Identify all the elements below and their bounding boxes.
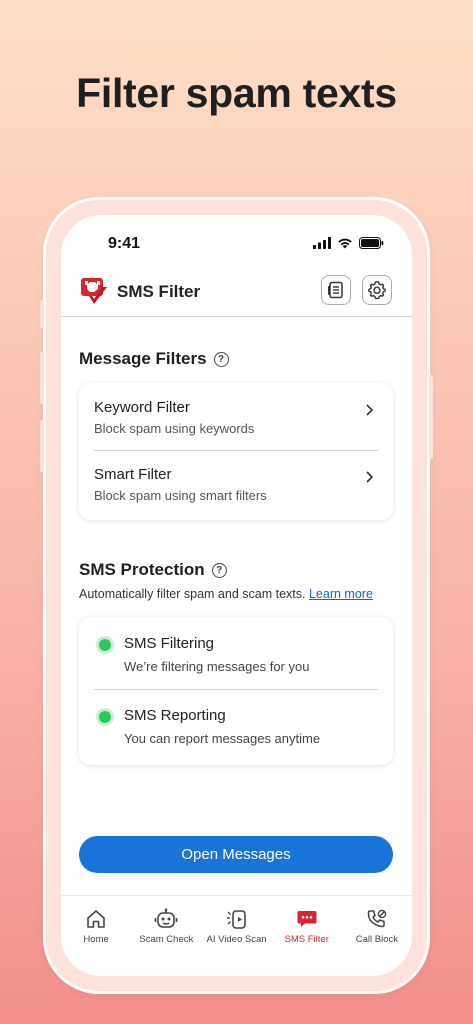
keyword-filter-row[interactable]: Keyword Filter Block spam using keywords	[79, 383, 393, 450]
sms-protection-description: Automatically filter spam and scam texts…	[79, 587, 373, 601]
learn-more-link[interactable]: Learn more	[309, 587, 373, 601]
keyword-filter-title: Keyword Filter	[94, 399, 190, 416]
chevron-right-icon	[366, 404, 374, 416]
sms-icon	[297, 911, 317, 927]
tab-ai-video-scan[interactable]: AI Video Scan	[201, 896, 271, 976]
sms-reporting-title: SMS Reporting	[124, 707, 226, 724]
tab-label: AI Video Scan	[206, 934, 267, 945]
sms-filtering-title: SMS Filtering	[124, 635, 215, 652]
phone-side-button	[40, 352, 44, 404]
help-icon[interactable]: ?	[213, 351, 229, 367]
reports-button[interactable]	[321, 275, 351, 305]
sms-filtering-row: SMS Filtering We’re filtering messages f…	[79, 617, 393, 689]
smart-filter-row[interactable]: Smart Filter Block spam using smart filt…	[79, 450, 393, 517]
message-filters-label: Message Filters	[79, 349, 207, 368]
message-filters-card: Keyword Filter Block spam using keywords…	[79, 383, 393, 520]
sms-filtering-subtitle: We’re filtering messages for you	[124, 659, 310, 674]
status-icons	[313, 237, 384, 249]
sms-protection-card: SMS Filtering We’re filtering messages f…	[79, 617, 393, 765]
chevron-right-icon	[366, 471, 374, 483]
smart-filter-title: Smart Filter	[94, 466, 172, 483]
sms-reporting-row: SMS Reporting You can report messages an…	[79, 689, 393, 761]
call-block-icon	[367, 909, 387, 928]
tab-sms-filter[interactable]: SMS Filter	[272, 896, 342, 976]
tab-label: Home	[83, 934, 109, 945]
settings-button[interactable]	[362, 275, 392, 305]
status-dot	[99, 711, 111, 723]
tab-label: Scam Check	[139, 934, 194, 945]
status-time: 9:41	[108, 235, 141, 252]
status-bar: 9:41	[61, 215, 412, 265]
robot-icon	[154, 908, 178, 928]
list-document-icon	[328, 281, 343, 299]
tab-bar: Home Scam Check AI Video Scan SMS Filter…	[61, 895, 412, 976]
smart-filter-subtitle: Block spam using smart filters	[94, 488, 267, 503]
message-filters-title: Message Filters ?	[79, 349, 229, 369]
phone-side-button	[40, 300, 44, 328]
app-header: SMS Filter	[61, 267, 412, 317]
sms-reporting-subtitle: You can report messages anytime	[124, 731, 321, 746]
tab-label: SMS Filter	[284, 934, 329, 945]
phone-screen: 9:41 SMS Filter Message Filters ? Keywor…	[61, 215, 412, 976]
video-scan-icon	[226, 910, 246, 929]
tab-home[interactable]: Home	[61, 896, 131, 976]
phone-side-button	[40, 420, 44, 472]
app-logo-icon	[81, 278, 107, 304]
help-icon[interactable]: ?	[211, 562, 227, 578]
home-icon	[87, 910, 105, 928]
signal-icon	[313, 237, 331, 249]
tab-label: Call Block	[355, 934, 399, 945]
sms-protection-label: SMS Protection	[79, 560, 205, 579]
phone-side-button	[429, 375, 433, 459]
wifi-icon	[338, 238, 352, 249]
status-dot	[99, 639, 111, 651]
tab-call-block[interactable]: Call Block	[342, 896, 412, 976]
keyword-filter-subtitle: Block spam using keywords	[94, 421, 255, 436]
sms-protection-title: SMS Protection ?	[79, 560, 227, 580]
open-messages-button[interactable]: Open Messages	[79, 836, 393, 873]
headline: Filter spam texts	[76, 70, 397, 116]
app-title: SMS Filter	[117, 282, 201, 301]
battery-icon	[359, 237, 384, 249]
tab-scam-check[interactable]: Scam Check	[131, 896, 201, 976]
gear-icon	[368, 281, 386, 300]
